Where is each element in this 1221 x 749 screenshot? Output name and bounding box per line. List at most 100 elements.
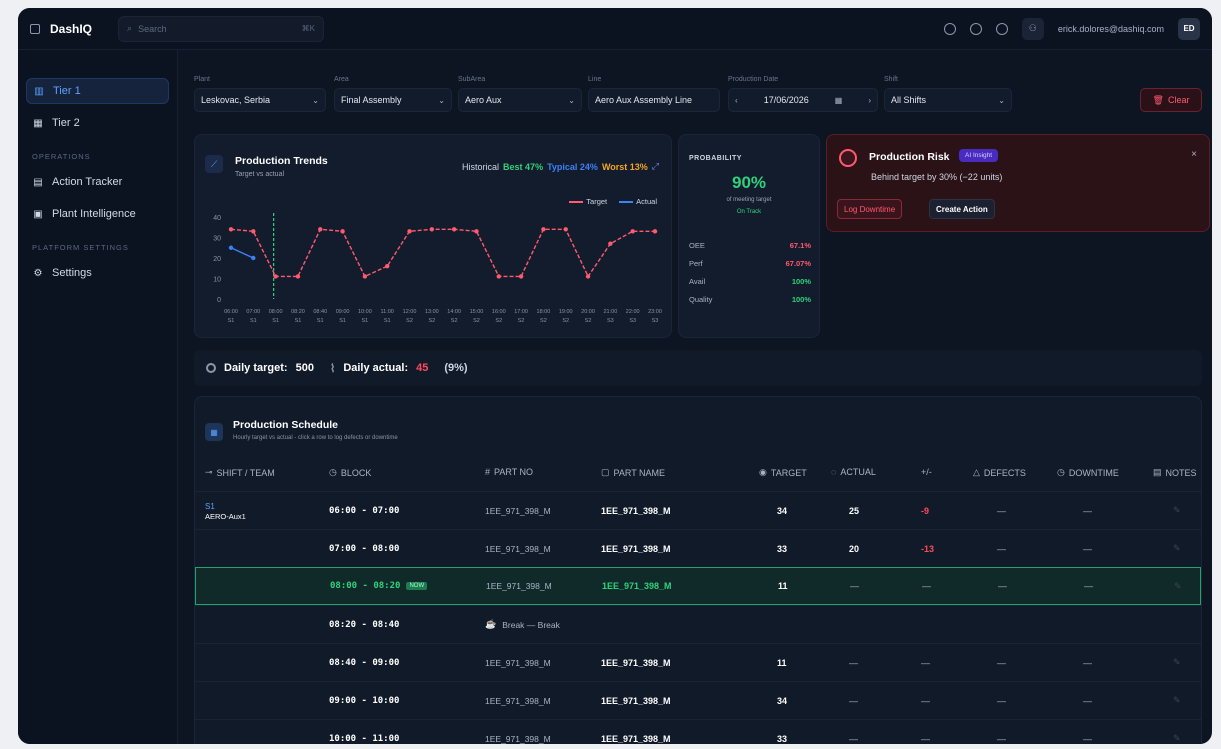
search-input[interactable]: ⌕ Search ⌘K (118, 15, 325, 42)
table-row[interactable]: 07:00 - 08:00 1EE_971_398_M 1EE_971_398_M 3… (195, 529, 1201, 567)
pencil-icon[interactable]: ✎ (1173, 695, 1181, 706)
plant-filter[interactable]: Plant Leskovac, Serbia ⌄ (194, 76, 326, 112)
metric-oee: OEE 67.1% (689, 241, 811, 250)
shift-value: All Shifts (891, 95, 927, 105)
table-row[interactable]: 10:00 - 11:00 1EE_971_398_M 1EE_971_398_M 3… (195, 719, 1201, 744)
target-icon (206, 363, 216, 373)
data-point-target (474, 229, 479, 234)
table-row[interactable]: 08:20 - 08:40 ☕ Break — Break (195, 605, 1201, 643)
user-icon[interactable]: ⚇ (1021, 17, 1044, 40)
create-action-button[interactable]: Create Action (929, 199, 995, 219)
check-icon: ◌ (831, 467, 837, 477)
clear-label: Clear (1167, 95, 1190, 105)
sidebar-item-settings[interactable]: ⚙ Settings (26, 260, 169, 286)
table-row[interactable]: S1 AERO-Aux1 06:00 - 07:00 1EE_971_398_M 1EE… (195, 491, 1201, 529)
subarea-filter[interactable]: SubArea Aero Aux ⌄ (458, 76, 582, 112)
x-tick-label: 19:00 (559, 309, 573, 315)
table-row[interactable]: 08:40 - 09:00 1EE_971_398_M 1EE_971_398_M 1… (195, 643, 1201, 681)
data-point-actual (251, 255, 256, 261)
x-shift-label: S2 (495, 318, 502, 324)
alert-icon (839, 149, 857, 167)
gear-icon[interactable] (995, 22, 1008, 35)
sidebar-item-tier1[interactable]: ▥ Tier 1 (26, 78, 169, 104)
close-icon[interactable]: × (1191, 149, 1197, 160)
sidebar-item-action-tracker[interactable]: ▤ Action Tracker (26, 169, 169, 195)
tag-icon: ⊸ (205, 467, 213, 477)
header-shift: ⊸ SHIFT / TEAM (205, 467, 275, 478)
now-badge: NOW (406, 582, 428, 590)
diff-cell: -9 (921, 505, 930, 516)
schedule-subtitle: Hourly target vs actual - click a row to… (233, 435, 398, 441)
area-filter[interactable]: Area Final Assembly ⌄ (334, 76, 452, 112)
pencil-icon[interactable]: ✎ (1173, 733, 1181, 744)
chevron-down-icon: ⌄ (568, 95, 575, 105)
data-point-target (295, 274, 301, 279)
chevron-left-icon[interactable]: ‹ (735, 96, 738, 105)
calendar-icon[interactable]: ▦ (835, 96, 843, 105)
data-point-target (228, 227, 234, 232)
part-no-cell: 1EE_971_398_M (486, 581, 552, 591)
pencil-icon[interactable]: ✎ (1173, 657, 1181, 668)
bell-icon[interactable] (943, 22, 956, 35)
part-no-cell: 1EE_971_398_M (485, 733, 551, 744)
x-tick-label: 18:00 (537, 309, 551, 315)
data-point-target (585, 274, 591, 279)
x-shift-label: S2 (451, 318, 458, 324)
date-filter[interactable]: Production Date ‹ 17/06/2026 ▦ › (728, 76, 878, 112)
part-name-cell: 1EE_971_398_M (601, 543, 671, 554)
brand[interactable]: DashIQ (30, 22, 92, 36)
clear-button[interactable]: 🗑 Clear (1140, 88, 1202, 112)
part-name-cell: 1EE_971_398_M (601, 505, 671, 516)
diff-cell: — (921, 695, 930, 706)
defects-cell: — (997, 505, 1006, 516)
chevron-right-icon[interactable]: › (868, 96, 871, 105)
shift-label: Shift (884, 76, 899, 83)
diff-cell: — (921, 657, 930, 668)
part-no-cell: 1EE_971_398_M (485, 505, 551, 516)
diff-cell: — (922, 581, 931, 591)
sidebar-item-tier2[interactable]: ▦ Tier 2 (26, 110, 169, 136)
line-filter[interactable]: Line Aero Aux Assembly Line (588, 76, 720, 112)
risk-description: Behind target by 30% (−22 units) (871, 172, 1003, 182)
data-point-target (362, 274, 368, 279)
sidebar-toggle-icon[interactable] (30, 23, 40, 34)
shift-filter[interactable]: Shift All Shifts ⌄ (884, 76, 1012, 112)
x-tick-label: 13:00 (425, 309, 439, 315)
daily-actual-value: 45 (416, 362, 429, 374)
search-shortcut: ⌘K (301, 24, 316, 33)
team-label: AERO-Aux1 (205, 511, 246, 521)
data-point-target (385, 264, 390, 269)
clock-icon: ◷ (329, 467, 337, 477)
x-shift-label: S2 (406, 318, 413, 324)
daily-summary: Daily target: 500 ⌇ Daily actual: 45 (9%… (194, 350, 1202, 386)
probability-subtitle: of meeting target (726, 197, 772, 203)
sidebar-item-plant-intelligence[interactable]: ▣ Plant Intelligence (26, 201, 169, 227)
pencil-icon[interactable]: ✎ (1173, 543, 1181, 554)
header-downtime: ◷ DOWNTIME (1057, 467, 1119, 478)
filter-bar: Plant Leskovac, Serbia ⌄ Area Final Assem… (194, 76, 1202, 112)
y-tick-label: 10 (213, 277, 221, 284)
area-label: Area (334, 76, 349, 83)
x-tick-label: 10:00 (358, 309, 372, 315)
area-value: Final Assembly (341, 95, 402, 105)
x-tick-label: 23:00 (648, 309, 662, 315)
series-line-actual (230, 247, 254, 259)
header-block: ◷ BLOCK (329, 467, 372, 478)
top-bar: DashIQ ⌕ Search ⌘K ⚇ erick.dolores@dashi… (18, 8, 1212, 50)
y-tick-label: 20 (213, 256, 221, 263)
table-row[interactable]: 08:00 - 08:20 NOW 1EE_971_398_M 1EE_971_398… (195, 567, 1201, 605)
search-placeholder: Search (138, 23, 167, 34)
x-shift-label: S1 (362, 318, 369, 324)
x-tick-label: 12:00 (403, 309, 417, 315)
pencil-icon[interactable]: ✎ (1173, 505, 1181, 516)
table-row[interactable]: 09:00 - 10:00 1EE_971_398_M 1EE_971_398_M 3… (195, 681, 1201, 719)
avatar[interactable]: ED (1178, 17, 1200, 40)
help-icon[interactable] (969, 22, 982, 35)
data-point-target (429, 227, 435, 232)
x-shift-label: S3 (652, 318, 659, 324)
log-downtime-button[interactable]: Log Downtime (837, 199, 903, 219)
x-shift-label: S1 (272, 318, 279, 324)
x-shift-label: S3 (629, 318, 636, 324)
pencil-icon[interactable]: ✎ (1174, 581, 1182, 592)
user-email[interactable]: erick.dolores@dashiq.com (1058, 24, 1164, 34)
